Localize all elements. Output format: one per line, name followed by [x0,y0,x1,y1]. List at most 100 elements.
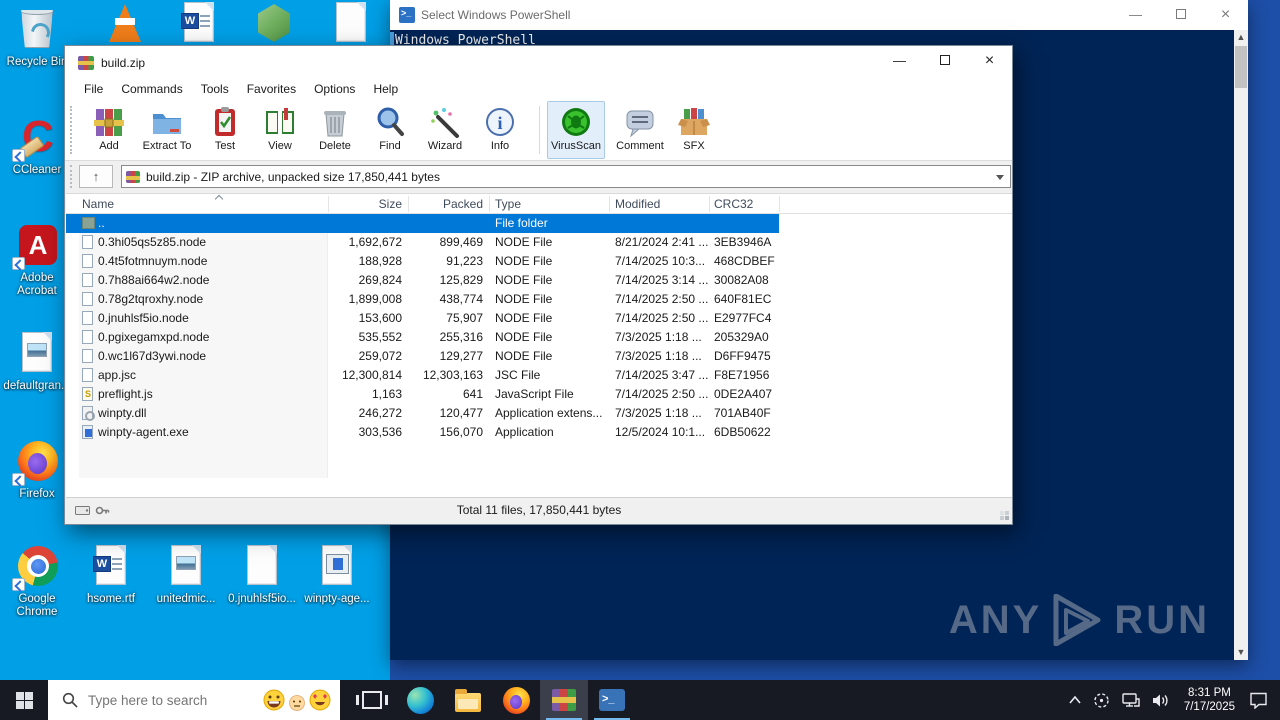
tray-app-button[interactable] [1087,680,1116,720]
maximize-button[interactable] [922,46,967,76]
desktop-icon-word-doc[interactable]: W [162,2,236,46]
action-center-button[interactable] [1243,680,1280,720]
minimize-button[interactable]: — [877,46,922,76]
network-button[interactable] [1116,680,1146,720]
view-button[interactable]: View [251,101,309,159]
table-row[interactable]: 0.wc1l67d3ywi.node 259,072 129,277 NODE … [66,347,1012,366]
clock[interactable]: 8:31 PM 7/17/2025 [1176,686,1243,714]
neutral-emoji-icon [289,695,305,711]
table-row[interactable]: app.jsc 12,300,814 12,303,163 JSC File 7… [66,366,1012,385]
tray-circle-icon [1094,692,1109,708]
menu-options[interactable]: Options [305,80,364,98]
menu-commands[interactable]: Commands [112,80,191,98]
desktop-icon-jnuhlsf5io[interactable]: 0.jnuhlsf5io... [225,545,299,606]
delete-button[interactable]: Delete [306,101,364,159]
column-header-name[interactable]: Name [82,197,114,211]
file-icon [82,349,93,363]
tray-chevron-up[interactable] [1063,680,1087,720]
scroll-up-icon[interactable]: ▲ [1234,30,1248,45]
file-list: Name Size Packed Type Modified CRC32 .. … [66,193,1012,498]
wizard-button[interactable]: Wizard [416,101,474,159]
column-header-type[interactable]: Type [495,197,521,211]
desktop-icon-node-green[interactable] [237,2,311,46]
search-input[interactable] [88,692,248,708]
start-button[interactable] [0,680,48,720]
taskbar-search[interactable] [48,680,340,720]
word-doc-icon: W [181,2,214,42]
desktop-icon-hsome-rtf[interactable]: W hsome.rtf [74,545,148,606]
desktop-icon-google-chrome[interactable]: Google Chrome [0,545,74,619]
table-row-parent-dir[interactable]: .. File folder [66,214,779,233]
scroll-down-icon[interactable]: ▼ [1234,645,1248,660]
desktop-icon-blank-doc[interactable] [314,2,388,46]
column-header-crc32[interactable]: CRC32 [714,197,753,211]
image-file-icon [22,332,52,372]
powershell-titlebar[interactable]: Select Windows PowerShell — × [390,0,1248,30]
address-combobox[interactable]: build.zip - ZIP archive, unpacked size 1… [121,165,1011,188]
table-row[interactable]: 0.78g2tqroxhy.node 1,899,008 438,774 NOD… [66,290,1012,309]
winrar-titlebar[interactable]: build.zip — × [65,46,1012,79]
toolbar-grip[interactable] [70,106,73,154]
file-explorer-taskbar-button[interactable] [444,680,492,720]
add-button[interactable]: Add [80,101,138,159]
task-view-button[interactable] [348,680,396,720]
column-header-packed[interactable]: Packed [406,197,483,211]
exe-file-icon [82,425,93,439]
table-row[interactable]: 0.pgixegamxpd.node 535,552 255,316 NODE … [66,328,1012,347]
winrar-icon [78,55,94,70]
info-button[interactable]: i Info [471,101,529,159]
volume-button[interactable] [1146,680,1176,720]
desktop-icon-label: hsome.rtf [87,593,135,605]
desktop-icon-winpty-agent[interactable]: winpty-age... [300,545,374,606]
desktop-icon-unitedmic[interactable]: unitedmic... [149,545,223,606]
table-row[interactable]: winpty-agent.exe 303,536 156,070 Applica… [66,423,1012,442]
table-row[interactable]: 0.3hi05qs5z85.node 1,692,672 899,469 NOD… [66,233,1012,252]
close-button[interactable]: × [967,46,1012,76]
resize-grip[interactable] [1005,516,1009,520]
minimize-button[interactable]: — [1113,0,1158,30]
search-highlight-emojis[interactable] [262,680,332,720]
file-icon [82,235,93,249]
close-button[interactable]: × [1203,0,1248,30]
table-row[interactable]: winpty.dll 246,272 120,477 Application e… [66,404,1012,423]
scrollbar-thumb[interactable] [1235,46,1247,88]
scrollbar[interactable]: ▲ ▼ [1234,30,1248,660]
edge-taskbar-button[interactable] [396,680,444,720]
maximize-button[interactable] [1158,0,1203,30]
taskbar: >_ [0,680,1280,720]
column-header-size[interactable]: Size [346,197,402,211]
winrar-taskbar-button[interactable] [540,680,588,720]
exe-file-icon [322,545,352,585]
powershell-taskbar-button[interactable]: >_ [588,680,636,720]
window-title: Select Windows PowerShell [421,8,571,22]
desktop-icon-adobe-acrobat[interactable]: A Adobe Acrobat [0,224,74,298]
virusscan-button[interactable]: VirusScan [547,101,605,159]
desktop-icon-ccleaner[interactable]: C CCleaner [0,115,74,177]
table-row[interactable]: 0.7h88ai664w2.node 269,824 125,829 NODE … [66,271,1012,290]
comment-button[interactable]: Comment [611,101,669,159]
watermark-text-left: ANY [948,597,1043,642]
desktop-icon-label: CCleaner [12,164,62,176]
sfx-button[interactable]: SFX [665,101,723,159]
find-button[interactable]: Find [361,101,419,159]
table-row[interactable]: preflight.js 1,163 641 JavaScript File 7… [66,385,1012,404]
menu-favorites[interactable]: Favorites [238,80,305,98]
column-header-modified[interactable]: Modified [615,197,660,211]
addressbar-grip[interactable] [70,165,73,188]
desktop-icon-vlc[interactable] [87,2,161,46]
search-icon [62,692,78,708]
sort-ascending-icon [216,193,223,200]
extract-to-button[interactable]: Extract To [138,101,196,159]
desktop-icon-firefox[interactable]: Firefox [0,440,74,501]
test-button[interactable]: Test [196,101,254,159]
up-one-level-button[interactable]: ↑ [79,165,113,188]
menu-help[interactable]: Help [364,80,407,98]
menu-tools[interactable]: Tools [192,80,238,98]
desktop-icon-recycle-bin[interactable]: Recycle Bin [0,8,74,69]
table-row[interactable]: 0.jnuhlsf5io.node 153,600 75,907 NODE Fi… [66,309,1012,328]
table-row[interactable]: 0.4t5fotmnuym.node 188,928 91,223 NODE F… [66,252,1012,271]
menu-file[interactable]: File [75,80,112,98]
desktop-icon-defaultgran[interactable]: defaultgran... [0,332,74,393]
firefox-taskbar-button[interactable] [492,680,540,720]
chevron-down-icon[interactable] [996,175,1004,180]
